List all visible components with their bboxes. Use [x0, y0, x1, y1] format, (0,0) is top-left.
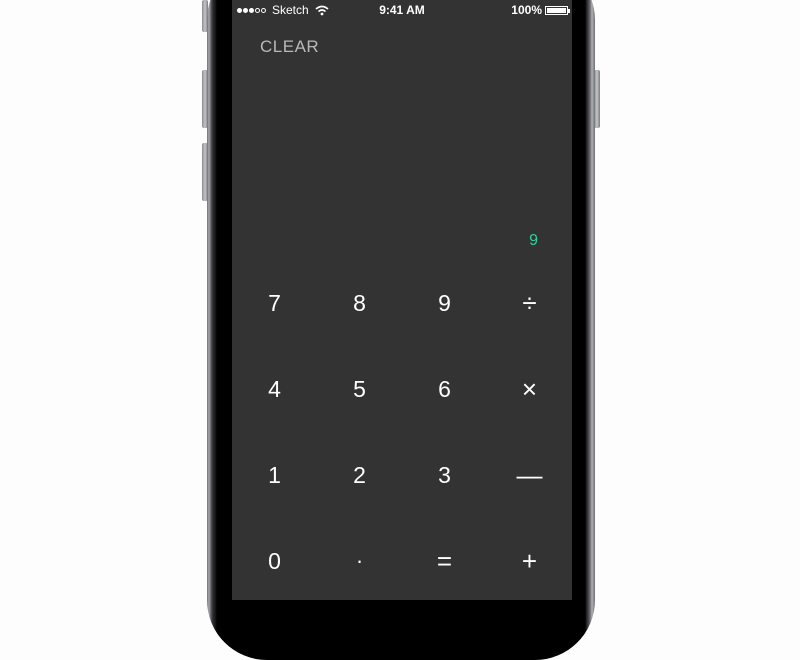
- calculator-screen: Sketch 9:41 AM 100% CLEAR 9 7 8 9 ÷ 4 5 …: [232, 0, 572, 600]
- key-5[interactable]: 5: [317, 346, 402, 432]
- key-7[interactable]: 7: [232, 260, 317, 346]
- key-2[interactable]: 2: [317, 432, 402, 518]
- battery-fill: [547, 7, 566, 13]
- multiply-button[interactable]: ×: [487, 346, 572, 432]
- key-9[interactable]: 9: [402, 260, 487, 346]
- clear-button[interactable]: CLEAR: [260, 37, 319, 57]
- key-8[interactable]: 8: [317, 260, 402, 346]
- decimal-button[interactable]: ·: [317, 518, 402, 604]
- battery-icon: [545, 5, 570, 15]
- equals-button[interactable]: =: [402, 518, 487, 604]
- battery-percent: 100%: [511, 3, 542, 17]
- divide-button[interactable]: ÷: [487, 260, 572, 346]
- key-4[interactable]: 4: [232, 346, 317, 432]
- keypad: 7 8 9 ÷ 4 5 6 × 1 2 3 — 0 · = +: [232, 260, 572, 600]
- status-bar: Sketch 9:41 AM 100%: [232, 0, 572, 20]
- battery-tip: [568, 8, 570, 13]
- key-3[interactable]: 3: [402, 432, 487, 518]
- key-6[interactable]: 6: [402, 346, 487, 432]
- key-0[interactable]: 0: [232, 518, 317, 604]
- result-display: 9: [529, 232, 538, 249]
- add-button[interactable]: +: [487, 518, 572, 604]
- key-1[interactable]: 1: [232, 432, 317, 518]
- subtract-button[interactable]: —: [487, 432, 572, 518]
